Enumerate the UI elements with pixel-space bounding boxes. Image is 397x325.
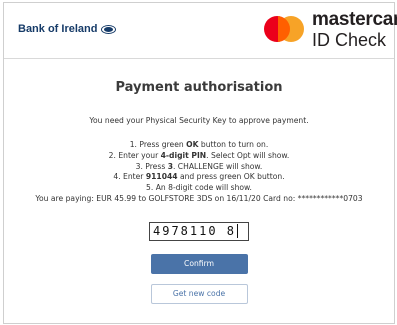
mastercard-id-check-logo: mastercard ID Check bbox=[260, 8, 397, 54]
bank-name: Bank of Ireland bbox=[18, 23, 98, 35]
step-3: 3. Press 3. CHALLENGE will show. bbox=[135, 161, 263, 171]
confirm-button[interactable]: Confirm bbox=[150, 253, 248, 274]
step-2: 2. Enter your 4-digit PIN. Select Opt wi… bbox=[108, 150, 290, 160]
instruction-steps: 1. Press green OK button to turn on. 2. … bbox=[4, 140, 394, 205]
step-5: 5. An 8-digit code will show. bbox=[146, 183, 252, 193]
mastercard-circles-icon bbox=[264, 16, 304, 42]
page-title: Payment authorisation bbox=[115, 80, 283, 95]
bank-logo: Bank of Ireland bbox=[18, 23, 117, 35]
bank-emblem-icon bbox=[101, 24, 117, 34]
mastercard-wordmark: mastercard bbox=[312, 9, 397, 30]
get-new-code-button[interactable]: Get new code bbox=[150, 283, 248, 304]
header: Bank of Ireland mastercard ID Check bbox=[4, 3, 397, 59]
payment-details: You are paying: EUR 45.99 to GOLFSTORE 3… bbox=[35, 193, 363, 203]
code-input[interactable]: 4978110 8 bbox=[149, 221, 249, 241]
text-caret bbox=[237, 224, 239, 239]
step-4: 4. Enter 911044 and press green OK butto… bbox=[113, 172, 285, 182]
auth-frame: Bank of Ireland mastercard ID Check Paym… bbox=[3, 2, 397, 324]
id-check-wordmark: ID Check bbox=[312, 30, 387, 50]
step-1: 1. Press green OK button to turn on. bbox=[129, 140, 269, 149]
code-value: 4978110 8 bbox=[153, 223, 237, 238]
content: Payment authorisation You need your Phys… bbox=[4, 60, 394, 304]
intro-text: You need your Physical Security Key to a… bbox=[89, 116, 309, 125]
